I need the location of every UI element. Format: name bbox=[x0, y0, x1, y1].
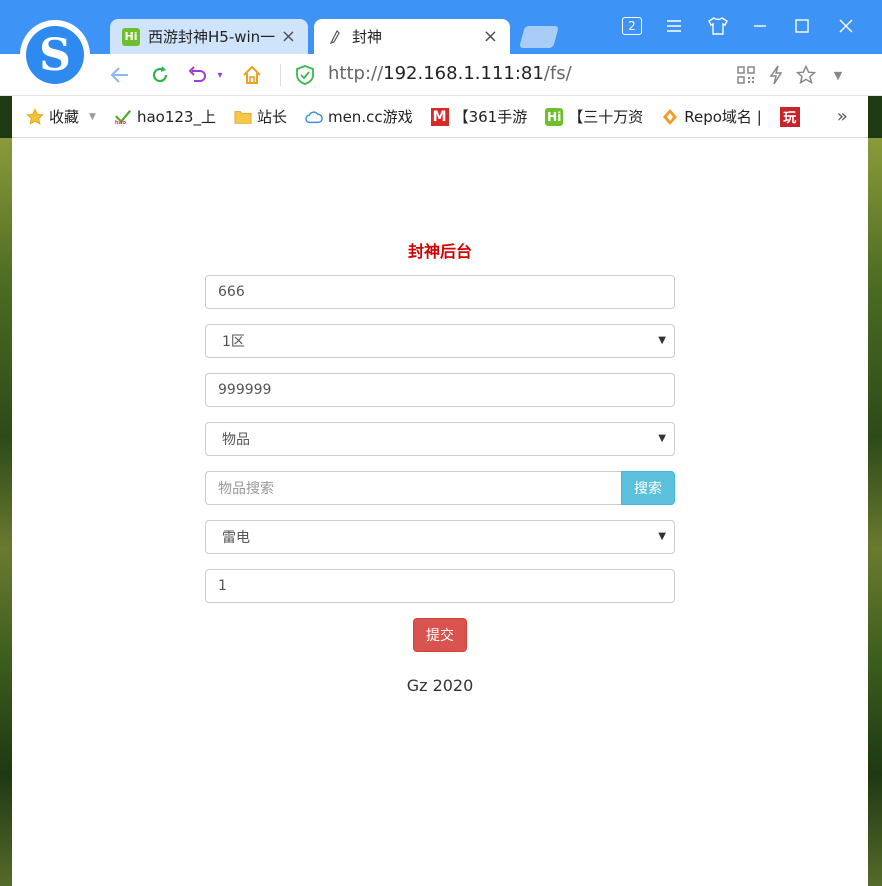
type-select-value: 物品 bbox=[222, 432, 250, 448]
submit-button[interactable]: 提交 bbox=[413, 618, 467, 652]
bookmark-label: 站长 bbox=[256, 108, 287, 126]
more-bookmarks-icon[interactable]: » bbox=[837, 106, 848, 127]
browser-titlebar: Hi 西游封神H5-win一 × 封神 × 2 bbox=[0, 0, 882, 54]
bookmark-mencc[interactable]: men.cc游戏 bbox=[305, 106, 413, 127]
svg-text:hao: hao bbox=[115, 120, 126, 126]
toolbar-separator bbox=[280, 64, 281, 86]
folder-icon bbox=[234, 108, 252, 126]
tab-count: 2 bbox=[622, 17, 642, 35]
bookmark-hao123[interactable]: hao hao123_上 bbox=[114, 106, 216, 127]
bookmark-favorites[interactable]: 收藏 ▼ bbox=[26, 106, 96, 127]
footer-text: Gz 2020 bbox=[406, 676, 474, 695]
item-select[interactable]: 雷电 ▼ bbox=[205, 520, 675, 554]
maximize-icon[interactable] bbox=[790, 14, 814, 38]
caret-down-icon: ▼ bbox=[658, 531, 666, 542]
amount-input[interactable]: 999999 bbox=[205, 373, 675, 407]
hi-icon: Hi bbox=[545, 107, 564, 126]
bookmark-label: men.cc游戏 bbox=[327, 108, 413, 126]
minimize-icon[interactable] bbox=[748, 14, 772, 38]
url-scheme: http:// bbox=[328, 63, 384, 84]
chevron-down-icon[interactable]: ▼ bbox=[826, 63, 850, 87]
feather-icon bbox=[326, 28, 344, 46]
star-icon[interactable] bbox=[794, 63, 818, 87]
page-title: 封神后台 bbox=[407, 242, 472, 261]
repo-icon bbox=[661, 108, 679, 126]
back-icon[interactable] bbox=[108, 63, 132, 87]
skin-icon[interactable] bbox=[706, 14, 730, 38]
menu-icon[interactable] bbox=[662, 14, 686, 38]
url-path: /fs/ bbox=[543, 63, 572, 84]
bookmark-label: 【三十万资 bbox=[568, 108, 644, 126]
tab-fengshen[interactable]: 封神 × bbox=[314, 19, 510, 54]
qrcode-icon[interactable] bbox=[734, 63, 758, 87]
tab-xiyou[interactable]: Hi 西游封神H5-win一 × bbox=[110, 19, 308, 54]
undo-dropdown-icon[interactable]: ▾ bbox=[208, 63, 232, 87]
bookmark-label: Repo域名 | bbox=[684, 108, 762, 126]
bookmark-wan[interactable]: 玩 bbox=[779, 106, 805, 127]
item-search-input[interactable]: 物品搜索 bbox=[205, 471, 622, 505]
chevron-down-icon: ▼ bbox=[89, 111, 96, 122]
cloud-icon bbox=[305, 108, 323, 126]
bookmark-300k[interactable]: Hi 【三十万资 bbox=[545, 106, 643, 127]
undo-close-icon[interactable] bbox=[186, 63, 210, 87]
server-select[interactable]: 1区 ▼ bbox=[205, 324, 675, 358]
star-icon bbox=[26, 107, 44, 126]
new-tab-button[interactable] bbox=[519, 26, 559, 48]
close-icon[interactable]: × bbox=[483, 26, 498, 47]
shield-icon[interactable] bbox=[293, 63, 317, 87]
home-icon[interactable] bbox=[240, 63, 264, 87]
bookmark-label: 收藏 bbox=[49, 108, 80, 126]
caret-down-icon: ▼ bbox=[658, 335, 666, 346]
url-field[interactable]: http://192.168.1.111:81/fs/ bbox=[328, 63, 572, 84]
tab-label: 封神 bbox=[352, 28, 383, 46]
quantity-input[interactable]: 1 bbox=[205, 569, 675, 603]
bookmark-label: 【361手游 bbox=[453, 108, 528, 126]
bookmark-repo[interactable]: Repo域名 | bbox=[661, 106, 762, 127]
browser-logo-icon: S bbox=[20, 20, 90, 90]
tab-label: 西游封神H5-win一 bbox=[148, 28, 275, 46]
caret-down-icon: ▼ bbox=[658, 433, 666, 444]
hi-icon: Hi bbox=[122, 27, 140, 46]
address-toolbar: ▾ http://192.168.1.111:81/fs/ ▼ bbox=[0, 54, 882, 96]
type-select[interactable]: 物品 ▼ bbox=[205, 422, 675, 456]
page-content: 封神后台 666 1区 ▼ 999999 物品 ▼ 物品搜索 搜索 雷电 ▼ 1… bbox=[12, 138, 868, 886]
close-icon[interactable]: × bbox=[281, 26, 296, 47]
close-window-icon[interactable] bbox=[834, 14, 858, 38]
bookmark-label: hao123_上 bbox=[136, 108, 216, 126]
hao-icon: hao bbox=[114, 108, 132, 126]
tab-count-button[interactable]: 2 bbox=[620, 14, 644, 38]
url-host: 192.168.1.111:81 bbox=[383, 63, 544, 84]
item-select-value: 雷电 bbox=[222, 530, 250, 546]
bookmark-webmaster[interactable]: 站长 bbox=[234, 106, 287, 127]
m-icon: M bbox=[430, 107, 449, 126]
wan-icon: 玩 bbox=[779, 106, 800, 127]
background-right bbox=[868, 138, 882, 886]
refresh-icon[interactable] bbox=[148, 63, 172, 87]
bookmarks-bar: 收藏 ▼ hao hao123_上 站长 men.cc游戏 M 【361手游 H… bbox=[12, 96, 868, 138]
account-input[interactable]: 666 bbox=[205, 275, 675, 309]
server-select-value: 1区 bbox=[222, 334, 245, 350]
bookmark-361[interactable]: M 【361手游 bbox=[430, 106, 528, 127]
search-button[interactable]: 搜索 bbox=[621, 471, 675, 505]
lightning-icon[interactable] bbox=[764, 63, 788, 87]
